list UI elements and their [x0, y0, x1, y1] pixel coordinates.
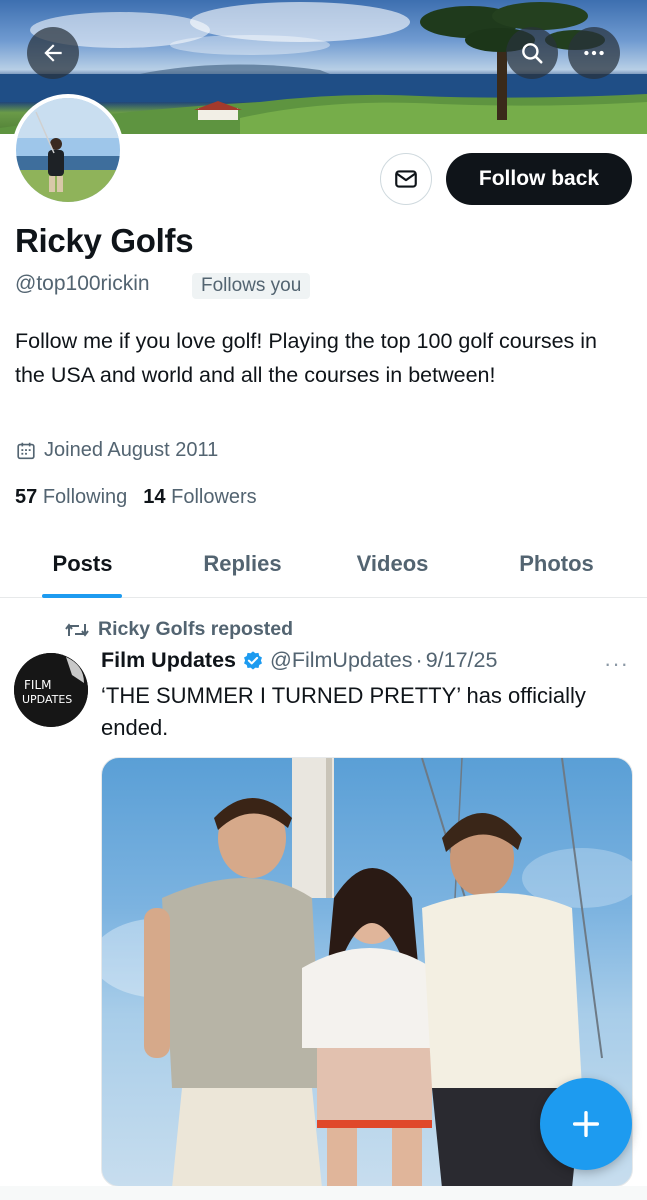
post-separator: · — [415, 648, 423, 672]
tab-replies[interactable]: Replies — [180, 530, 305, 597]
repost-indicator: Ricky Golfs reposted — [64, 618, 293, 641]
tab-videos[interactable]: Videos — [330, 530, 455, 597]
plus-icon — [572, 1110, 600, 1138]
followers-count: 14 — [143, 486, 166, 508]
following-link[interactable]: 57 Following — [15, 486, 127, 509]
post-author-name[interactable]: Film Updates — [101, 648, 236, 673]
repost-icon — [65, 622, 89, 637]
search-button[interactable] — [506, 27, 558, 79]
more-horizontal-icon — [584, 50, 604, 56]
profile-avatar[interactable] — [12, 94, 124, 206]
bottom-edge — [0, 1186, 647, 1200]
following-count: 57 — [15, 486, 38, 508]
followers-label: Followers — [171, 486, 257, 508]
more-options-button[interactable] — [568, 27, 620, 79]
follows-you-badge: Follows you — [192, 273, 311, 299]
message-button[interactable] — [380, 153, 432, 205]
tab-posts-label: Posts — [52, 550, 113, 576]
arrow-left-icon — [44, 44, 62, 62]
follow-back-button[interactable]: Follow back — [446, 153, 632, 205]
followers-link[interactable]: 14 Followers — [143, 486, 256, 509]
repost-label: Ricky Golfs reposted — [98, 618, 294, 640]
svg-text:UPDATES: UPDATES — [22, 693, 72, 706]
tab-photos-label: Photos — [519, 550, 594, 576]
profile-display-name: Ricky Golfs — [15, 222, 194, 259]
post-more-button[interactable]: ··· — [604, 651, 629, 677]
tab-photos[interactable]: Photos — [494, 530, 619, 597]
film-updates-logo: FILM UPDATES — [14, 653, 88, 727]
profile-tabs: Posts Replies Videos Photos — [0, 530, 647, 598]
following-label: Following — [42, 486, 128, 508]
avatar-image — [16, 98, 120, 202]
verified-badge — [242, 650, 264, 672]
tab-posts[interactable]: Posts — [20, 530, 145, 598]
compose-post-button[interactable] — [540, 1078, 632, 1170]
joined-date: Joined August 2011 — [15, 439, 218, 462]
post-author-handle[interactable]: @FilmUpdates — [270, 648, 413, 673]
envelope-icon — [395, 170, 417, 188]
post-header: Film Updates @FilmUpdates · 9/17/25 — [101, 648, 497, 673]
post-author-avatar[interactable]: FILM UPDATES — [14, 653, 88, 727]
search-icon — [522, 43, 543, 64]
post-date[interactable]: 9/17/25 — [426, 648, 498, 673]
verified-check-icon — [244, 650, 262, 670]
calendar-icon — [17, 442, 35, 459]
back-button[interactable] — [27, 27, 79, 79]
tab-videos-label: Videos — [356, 550, 429, 576]
follow-stats: 57 Following 14 Followers — [15, 486, 257, 509]
post-text: ‘THE SUMMER I TURNED PRETTY’ has officia… — [101, 683, 586, 740]
profile-handle: @top100rickin — [15, 272, 150, 295]
tab-replies-label: Replies — [203, 550, 282, 576]
profile-bio: Follow me if you love golf! Playing the … — [15, 329, 598, 387]
svg-text:FILM: FILM — [24, 678, 51, 692]
active-tab-indicator — [42, 594, 122, 598]
joined-text: Joined August 2011 — [44, 439, 219, 461]
